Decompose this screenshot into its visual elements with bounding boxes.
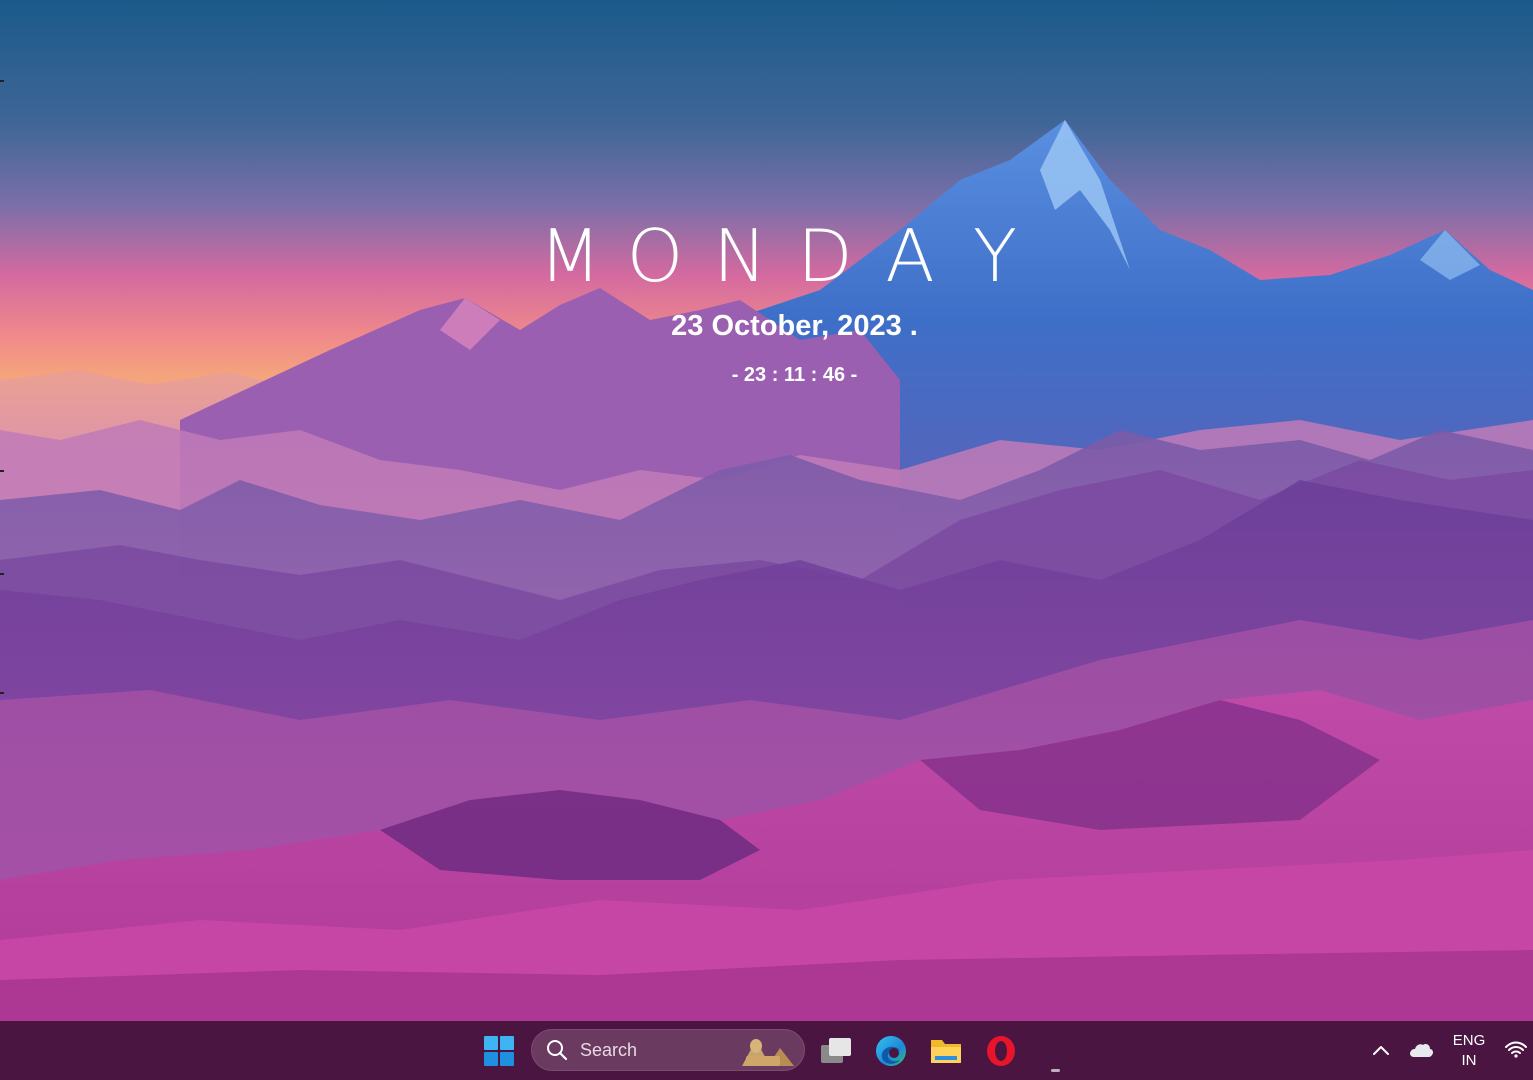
region-code: IN <box>1461 1052 1477 1069</box>
input-language-indicator[interactable]: ENG IN <box>1448 1029 1490 1073</box>
language-code: ENG <box>1452 1032 1486 1049</box>
search-placeholder: Search <box>580 1039 638 1060</box>
desktop-edge-mark <box>0 692 4 694</box>
edge-browser-button[interactable] <box>872 1032 910 1070</box>
wifi-icon <box>1505 1041 1527 1058</box>
file-explorer-button[interactable] <box>927 1032 965 1070</box>
show-hidden-icons-button[interactable] <box>1368 1037 1394 1063</box>
running-app-indicator <box>1051 1069 1060 1072</box>
task-view-icon <box>821 1038 851 1063</box>
onedrive-cloud-icon <box>1410 1044 1434 1057</box>
network-button[interactable] <box>1502 1035 1530 1063</box>
task-view-button[interactable] <box>818 1033 854 1069</box>
edge-icon <box>876 1036 906 1066</box>
desktop-edge-mark <box>0 573 4 575</box>
onedrive-button[interactable] <box>1406 1037 1436 1063</box>
windows-start-icon <box>484 1036 514 1066</box>
desktop-wallpaper <box>0 0 1533 1021</box>
taskbar-search-box[interactable]: Search <box>531 1029 805 1071</box>
taskbar: Search ENG IN <box>0 1021 1533 1080</box>
start-button[interactable] <box>480 1033 518 1069</box>
desktop-edge-mark <box>0 470 4 472</box>
file-explorer-icon <box>931 1040 961 1063</box>
opera-browser-button[interactable] <box>982 1032 1020 1070</box>
chevron-up-icon <box>1373 1046 1389 1055</box>
desktop-edge-mark <box>0 80 4 82</box>
mountain-landscape <box>0 120 1533 1021</box>
search-icon <box>547 1040 568 1061</box>
search-highlight-sphinx-icon <box>742 1039 794 1066</box>
opera-icon <box>987 1036 1015 1066</box>
